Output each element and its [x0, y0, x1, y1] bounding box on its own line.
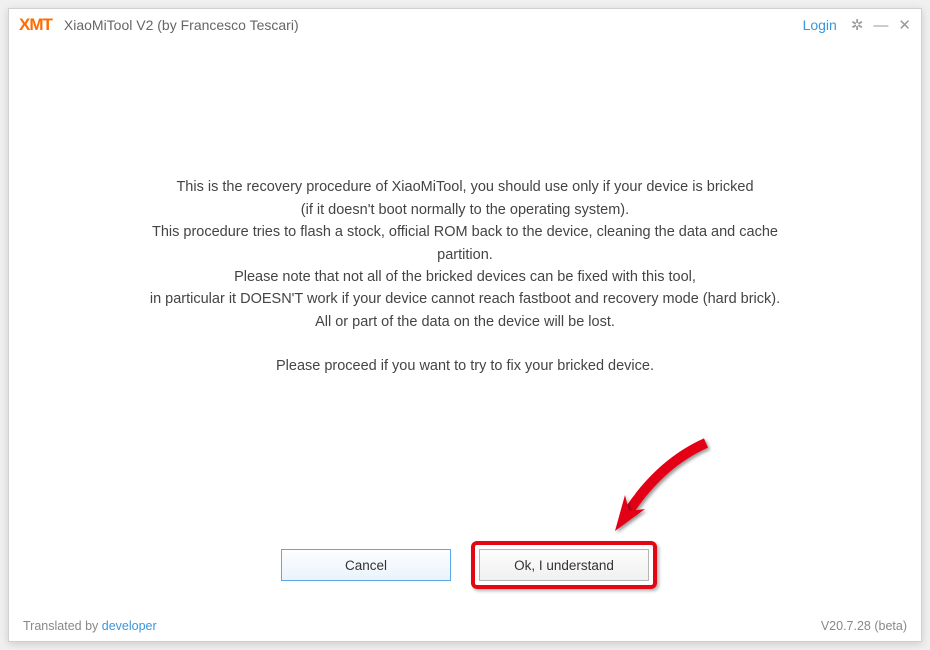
message-line: partition. [150, 244, 780, 266]
message-line: Please note that not all of the bricked … [150, 266, 780, 288]
app-logo: XMT [19, 15, 52, 35]
cancel-button[interactable]: Cancel [281, 549, 451, 581]
login-link[interactable]: Login [803, 17, 837, 33]
ok-understand-button[interactable]: Ok, I understand [479, 549, 649, 581]
message-line: Please proceed if you want to try to fix… [150, 355, 780, 377]
message-line: This procedure tries to flash a stock, o… [150, 221, 780, 243]
close-icon[interactable]: ✕ [898, 18, 911, 33]
content-area: This is the recovery procedure of XiaoMi… [9, 41, 921, 613]
translated-prefix: Translated by [23, 619, 102, 633]
message-line: This is the recovery procedure of XiaoMi… [150, 176, 780, 198]
recovery-message: This is the recovery procedure of XiaoMi… [150, 176, 780, 378]
message-line: All or part of the data on the device wi… [150, 311, 780, 333]
message-line: (if it doesn't boot normally to the oper… [150, 199, 780, 221]
highlighted-button-wrap: Ok, I understand [479, 549, 649, 581]
settings-icon[interactable]: ✲ [851, 18, 864, 33]
developer-link[interactable]: developer [102, 619, 157, 633]
version-label: V20.7.28 (beta) [821, 619, 907, 633]
button-row: Cancel Ok, I understand [9, 549, 921, 581]
footer: Translated by developer V20.7.28 (beta) [9, 613, 921, 641]
message-line: in particular it DOESN'T work if your de… [150, 288, 780, 310]
titlebar: XMT XiaoMiTool V2 (by Francesco Tescari)… [9, 9, 921, 41]
window-controls: ✲ — ✕ [851, 18, 911, 33]
window-title: XiaoMiTool V2 (by Francesco Tescari) [64, 17, 803, 33]
translated-by: Translated by developer [23, 619, 157, 633]
minimize-icon[interactable]: — [873, 18, 888, 33]
app-window: XMT XiaoMiTool V2 (by Francesco Tescari)… [8, 8, 922, 642]
